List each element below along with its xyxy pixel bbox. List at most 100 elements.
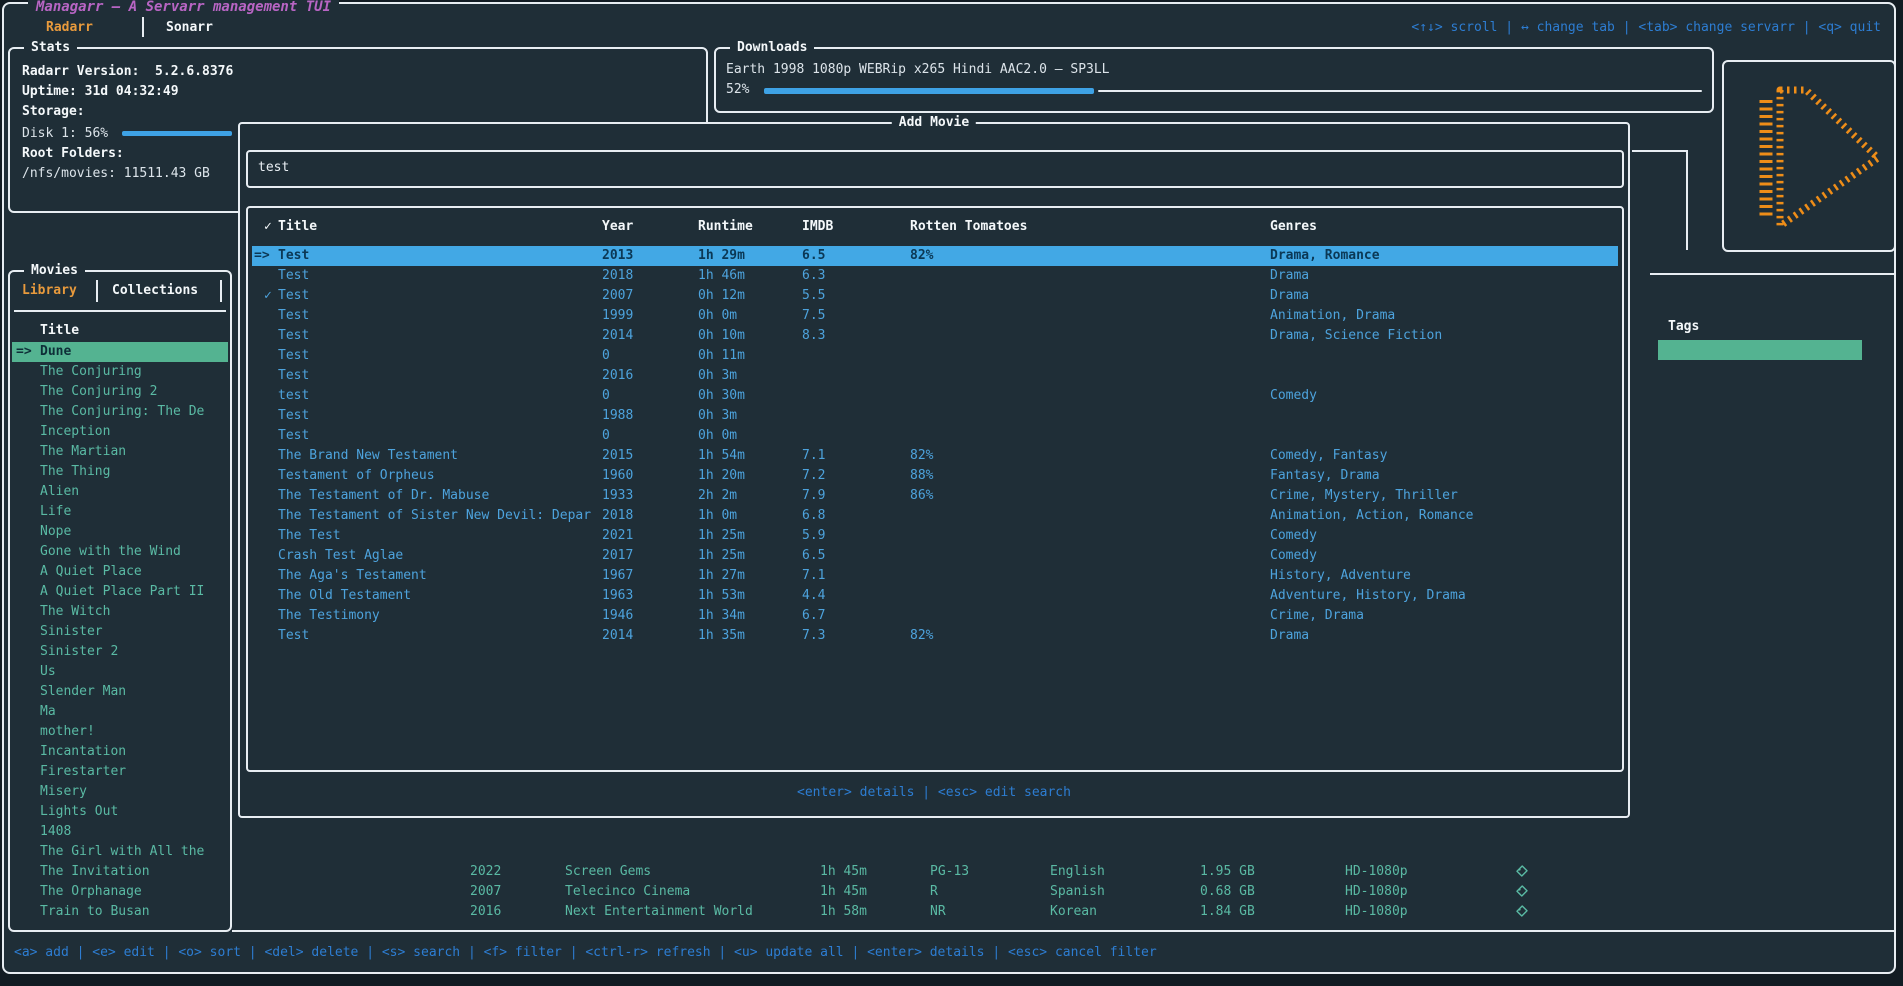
movie-file-quality: HD-1080p <box>1345 904 1408 919</box>
library-item[interactable]: Sinister 2 <box>12 642 228 662</box>
tab-sonarr[interactable]: Sonarr <box>166 19 213 36</box>
result-title: Test <box>278 348 309 363</box>
result-row[interactable]: The Testament of Dr. Mabuse19332h 2m7.98… <box>252 486 1618 506</box>
downloads-panel-title: Downloads <box>730 39 814 57</box>
library-item[interactable]: Nope <box>12 522 228 542</box>
result-title: Test <box>278 308 309 323</box>
library-item[interactable]: A Quiet Place Part II <box>12 582 228 602</box>
library-item[interactable]: The Conjuring <box>12 362 228 382</box>
library-item[interactable]: Gone with the Wind <box>12 542 228 562</box>
movie-file-row[interactable]: 2007Telecinco Cinema1h 45mRSpanish0.68 G… <box>240 882 1580 902</box>
result-year: 1933 <box>602 488 633 503</box>
result-row[interactable]: =>Test20131h 29m6.582%Drama, Romance <box>252 246 1618 266</box>
tab-radarr[interactable]: Radarr <box>46 19 93 36</box>
result-row[interactable]: The Aga's Testament19671h 27m7.1History,… <box>252 566 1618 586</box>
result-row[interactable]: The Testimony19461h 34m6.7Crime, Drama <box>252 606 1618 626</box>
movie-search-box <box>246 150 1624 188</box>
result-row[interactable]: The Old Testament19631h 53m4.4Adventure,… <box>252 586 1618 606</box>
library-item[interactable]: The Girl with All the <box>12 842 228 862</box>
result-row[interactable]: Test20181h 46m6.3Drama <box>252 266 1618 286</box>
root-folder: /nfs/movies: 11511.43 GB <box>22 165 210 182</box>
library-item[interactable]: The Martian <box>12 442 228 462</box>
result-row[interactable]: The Testament of Sister New Devil: Depar… <box>252 506 1618 526</box>
download-percent: 52% <box>726 81 749 98</box>
library-item[interactable]: The Conjuring: The De <box>12 402 228 422</box>
result-row[interactable]: Testament of Orpheus19601h 20m7.288%Fant… <box>252 466 1618 486</box>
results-rows: =>Test20131h 29m6.582%Drama, RomanceTest… <box>248 246 1622 656</box>
result-imdb-rating: 6.5 <box>802 248 825 263</box>
library-item-label: Misery <box>40 784 87 799</box>
result-genres: Comedy <box>1270 548 1317 563</box>
tab-collections[interactable]: Collections <box>112 282 198 299</box>
result-row[interactable]: Test19880h 3m <box>252 406 1618 426</box>
library-item-label: Lights Out <box>40 804 118 819</box>
library-item[interactable]: A Quiet Place <box>12 562 228 582</box>
movie-search-input[interactable] <box>258 160 1608 175</box>
result-row[interactable]: Test00h 0m <box>252 426 1618 446</box>
library-item[interactable]: 1408 <box>12 822 228 842</box>
result-imdb-rating: 8.3 <box>802 328 825 343</box>
result-row[interactable]: Crash Test Aglae20171h 25m6.5Comedy <box>252 546 1618 566</box>
result-title: The Old Testament <box>278 588 411 603</box>
result-runtime: 1h 29m <box>698 248 745 263</box>
movie-file-year: 2016 <box>470 904 501 919</box>
library-item[interactable]: The Witch <box>12 602 228 622</box>
result-genres: Drama, Romance <box>1270 248 1380 263</box>
library-item[interactable]: Inception <box>12 422 228 442</box>
result-year: 1960 <box>602 468 633 483</box>
result-title: Test <box>278 248 309 263</box>
library-item[interactable]: Alien <box>12 482 228 502</box>
result-row[interactable]: The Brand New Testament20151h 54m7.182%C… <box>252 446 1618 466</box>
library-item[interactable]: Firestarter <box>12 762 228 782</box>
library-item[interactable]: Life <box>12 502 228 522</box>
library-item[interactable]: =>Dune <box>12 342 228 362</box>
tags-selected-row[interactable] <box>1658 340 1862 360</box>
library-item[interactable]: The Thing <box>12 462 228 482</box>
library-item[interactable]: Sinister <box>12 622 228 642</box>
result-title: Testament of Orpheus <box>278 468 435 483</box>
library-item[interactable]: Us <box>12 662 228 682</box>
movie-file-row[interactable]: 2016Next Entertainment World1h 58mNRKore… <box>240 902 1580 922</box>
library-item-label: The Thing <box>40 464 110 479</box>
result-row[interactable]: Test20141h 35m7.382%Drama <box>252 626 1618 646</box>
footer-keybinding-hints: <a> add | <e> edit | <o> sort | <del> de… <box>14 944 1157 961</box>
result-rotten-tomatoes: 88% <box>910 468 933 483</box>
library-item[interactable]: Slender Man <box>12 682 228 702</box>
movie-file-language: Spanish <box>1050 884 1105 899</box>
result-year: 1946 <box>602 608 633 623</box>
result-genres: Comedy, Fantasy <box>1270 448 1387 463</box>
library-item[interactable]: The Orphanage <box>12 882 228 902</box>
library-item-label: The Invitation <box>40 864 150 879</box>
result-year: 2017 <box>602 548 633 563</box>
library-item[interactable]: mother! <box>12 722 228 742</box>
result-year: 2018 <box>602 508 633 523</box>
library-tab-separator <box>96 280 98 302</box>
result-row[interactable]: Test19990h 0m7.5Animation, Drama <box>252 306 1618 326</box>
movie-file-row[interactable]: 2022Screen Gems1h 45mPG-13English1.95 GB… <box>240 862 1580 882</box>
result-row[interactable]: Test00h 11m <box>252 346 1618 366</box>
library-item[interactable]: The Conjuring 2 <box>12 382 228 402</box>
movie-file-studio: Telecinco Cinema <box>565 884 690 899</box>
library-item[interactable]: Lights Out <box>12 802 228 822</box>
library-item-label: Alien <box>40 484 79 499</box>
library-item[interactable]: Train to Busan <box>12 902 228 922</box>
disk-usage: Disk 1: 56% <box>22 125 108 142</box>
library-item-label: The Girl with All the <box>40 844 204 859</box>
library-item[interactable]: Ma <box>12 702 228 722</box>
results-column-header: Title <box>278 218 317 235</box>
library-item[interactable]: Misery <box>12 782 228 802</box>
result-row[interactable]: Test20160h 3m <box>252 366 1618 386</box>
add-movie-popup: Add Movie ✓TitleYearRuntimeIMDBRotten To… <box>238 122 1630 818</box>
app-title: Managarr — A Servarr management TUI <box>28 0 339 16</box>
result-imdb-rating: 7.1 <box>802 568 825 583</box>
result-row[interactable]: test00h 30mComedy <box>252 386 1618 406</box>
library-item[interactable]: The Invitation <box>12 862 228 882</box>
library-item[interactable]: Incantation <box>12 742 228 762</box>
result-row[interactable]: ✓Test20070h 12m5.5Drama <box>252 286 1618 306</box>
result-runtime: 1h 0m <box>698 508 737 523</box>
result-row[interactable]: Test20140h 10m8.3Drama, Science Fiction <box>252 326 1618 346</box>
library-item-label: Inception <box>40 424 110 439</box>
tab-library[interactable]: Library <box>22 282 77 299</box>
result-row[interactable]: The Test20211h 25m5.9Comedy <box>252 526 1618 546</box>
result-imdb-rating: 4.4 <box>802 588 825 603</box>
